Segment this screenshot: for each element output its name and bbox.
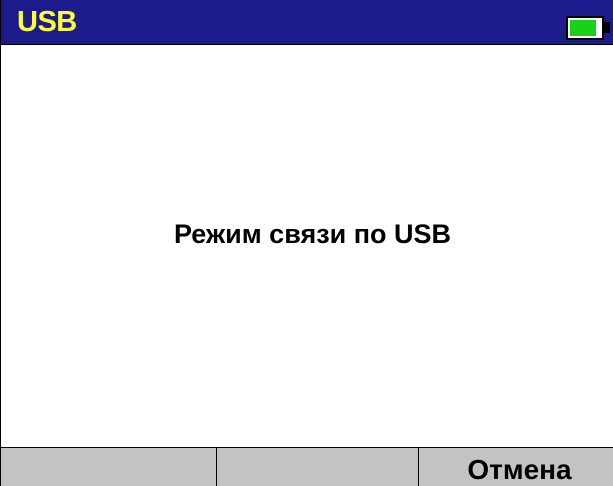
title-bar: USB [1, 0, 613, 45]
main-content: Режим связи по USB [1, 45, 613, 447]
screen-title: USB [17, 6, 77, 38]
softkey-bar: Отмена [1, 447, 613, 486]
softkey-2[interactable] [217, 448, 419, 486]
battery-icon [566, 16, 604, 40]
usb-mode-message: Режим связи по USB [173, 219, 452, 249]
cancel-softkey[interactable]: Отмена [419, 448, 613, 486]
battery-level-fill [570, 20, 596, 36]
softkey-1[interactable] [1, 448, 217, 486]
battery-terminal [604, 22, 610, 33]
device-screen: USB Режим связи по USB Отмена [0, 0, 613, 486]
